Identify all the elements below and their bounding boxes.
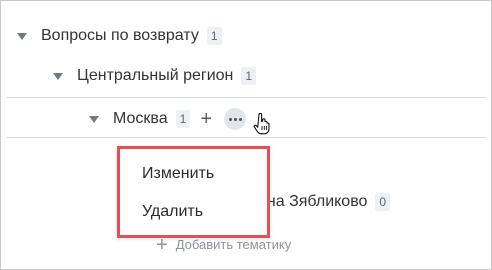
- tree-node-label: Москва: [113, 110, 168, 127]
- more-options-button[interactable]: [224, 108, 246, 130]
- menu-item-delete[interactable]: Удалить: [142, 203, 203, 221]
- divider: [6, 137, 486, 138]
- collapse-triangle-icon[interactable]: [17, 32, 27, 40]
- plus-icon: +: [156, 233, 168, 256]
- add-topic-label: Добавить тематику: [175, 237, 292, 252]
- add-child-icon[interactable]: +: [200, 109, 212, 129]
- tree-node-partial[interactable]: она Зябликово 0: [258, 193, 391, 211]
- collapse-triangle-icon[interactable]: [53, 72, 63, 80]
- hand-cursor-icon: [253, 113, 270, 135]
- divider: [6, 97, 486, 98]
- tree-node-root[interactable]: Вопросы по возврату 1: [17, 27, 222, 45]
- count-badge: 1: [206, 27, 222, 45]
- collapse-triangle-icon[interactable]: [89, 115, 99, 123]
- tree-node-label: Вопросы по возврату: [41, 27, 199, 44]
- tree-node-city[interactable]: Москва 1 +: [89, 108, 246, 130]
- tree-node-label: она Зябликово: [258, 193, 368, 210]
- menu-item-edit[interactable]: Изменить: [142, 165, 214, 183]
- count-badge: 0: [375, 193, 391, 211]
- add-topic-link[interactable]: + Добавить тематику: [156, 233, 292, 256]
- tree-node-label: Центральный регион: [77, 67, 234, 84]
- count-badge: 1: [175, 110, 191, 128]
- count-badge: 1: [241, 67, 257, 85]
- context-menu: Изменить Удалить: [117, 146, 270, 238]
- tree-node-region[interactable]: Центральный регион 1: [53, 67, 257, 85]
